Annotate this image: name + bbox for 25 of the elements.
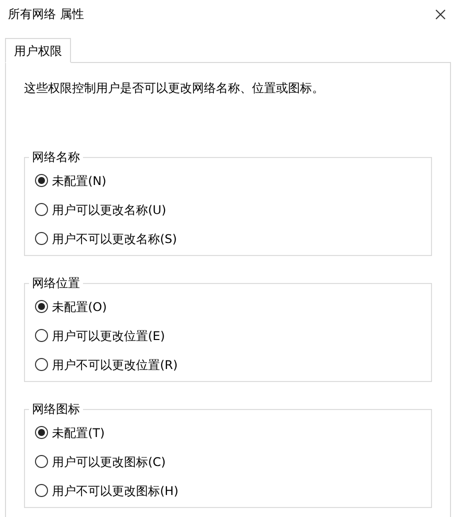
radio-option[interactable]: 用户可以更改名称(U) <box>35 195 421 224</box>
group-title: 网络位置 <box>31 275 81 292</box>
radio-option[interactable]: 未配置(T) <box>35 418 421 447</box>
radio-option[interactable]: 未配置(O) <box>35 292 421 321</box>
group-title: 网络名称 <box>31 149 81 166</box>
radio-button[interactable] <box>35 203 48 216</box>
radio-button[interactable] <box>35 232 48 245</box>
radio-option[interactable]: 用户不可以更改名称(S) <box>35 224 421 253</box>
radio-option[interactable]: 未配置(N) <box>35 166 421 195</box>
radio-option[interactable]: 用户可以更改位置(E) <box>35 321 421 350</box>
radio-option[interactable]: 用户不可以更改位置(R) <box>35 350 421 379</box>
radio-button[interactable] <box>35 426 48 439</box>
radio-option[interactable]: 用户不可以更改图标(H) <box>35 476 421 505</box>
radio-button[interactable] <box>35 174 48 187</box>
description-text: 这些权限控制用户是否可以更改网络名称、位置或图标。 <box>24 80 325 96</box>
radio-button[interactable] <box>35 455 48 468</box>
window-title: 所有网络 属性 <box>8 6 84 23</box>
radio-button[interactable] <box>35 484 48 497</box>
radio-button[interactable] <box>35 300 48 313</box>
group-title: 网络图标 <box>31 401 81 418</box>
radio-button[interactable] <box>35 358 48 371</box>
radio-button[interactable] <box>35 329 48 342</box>
radio-option[interactable]: 用户可以更改图标(C) <box>35 447 421 476</box>
tab[interactable]: 用户权限 <box>5 38 71 63</box>
close-icon[interactable] <box>435 8 446 20</box>
